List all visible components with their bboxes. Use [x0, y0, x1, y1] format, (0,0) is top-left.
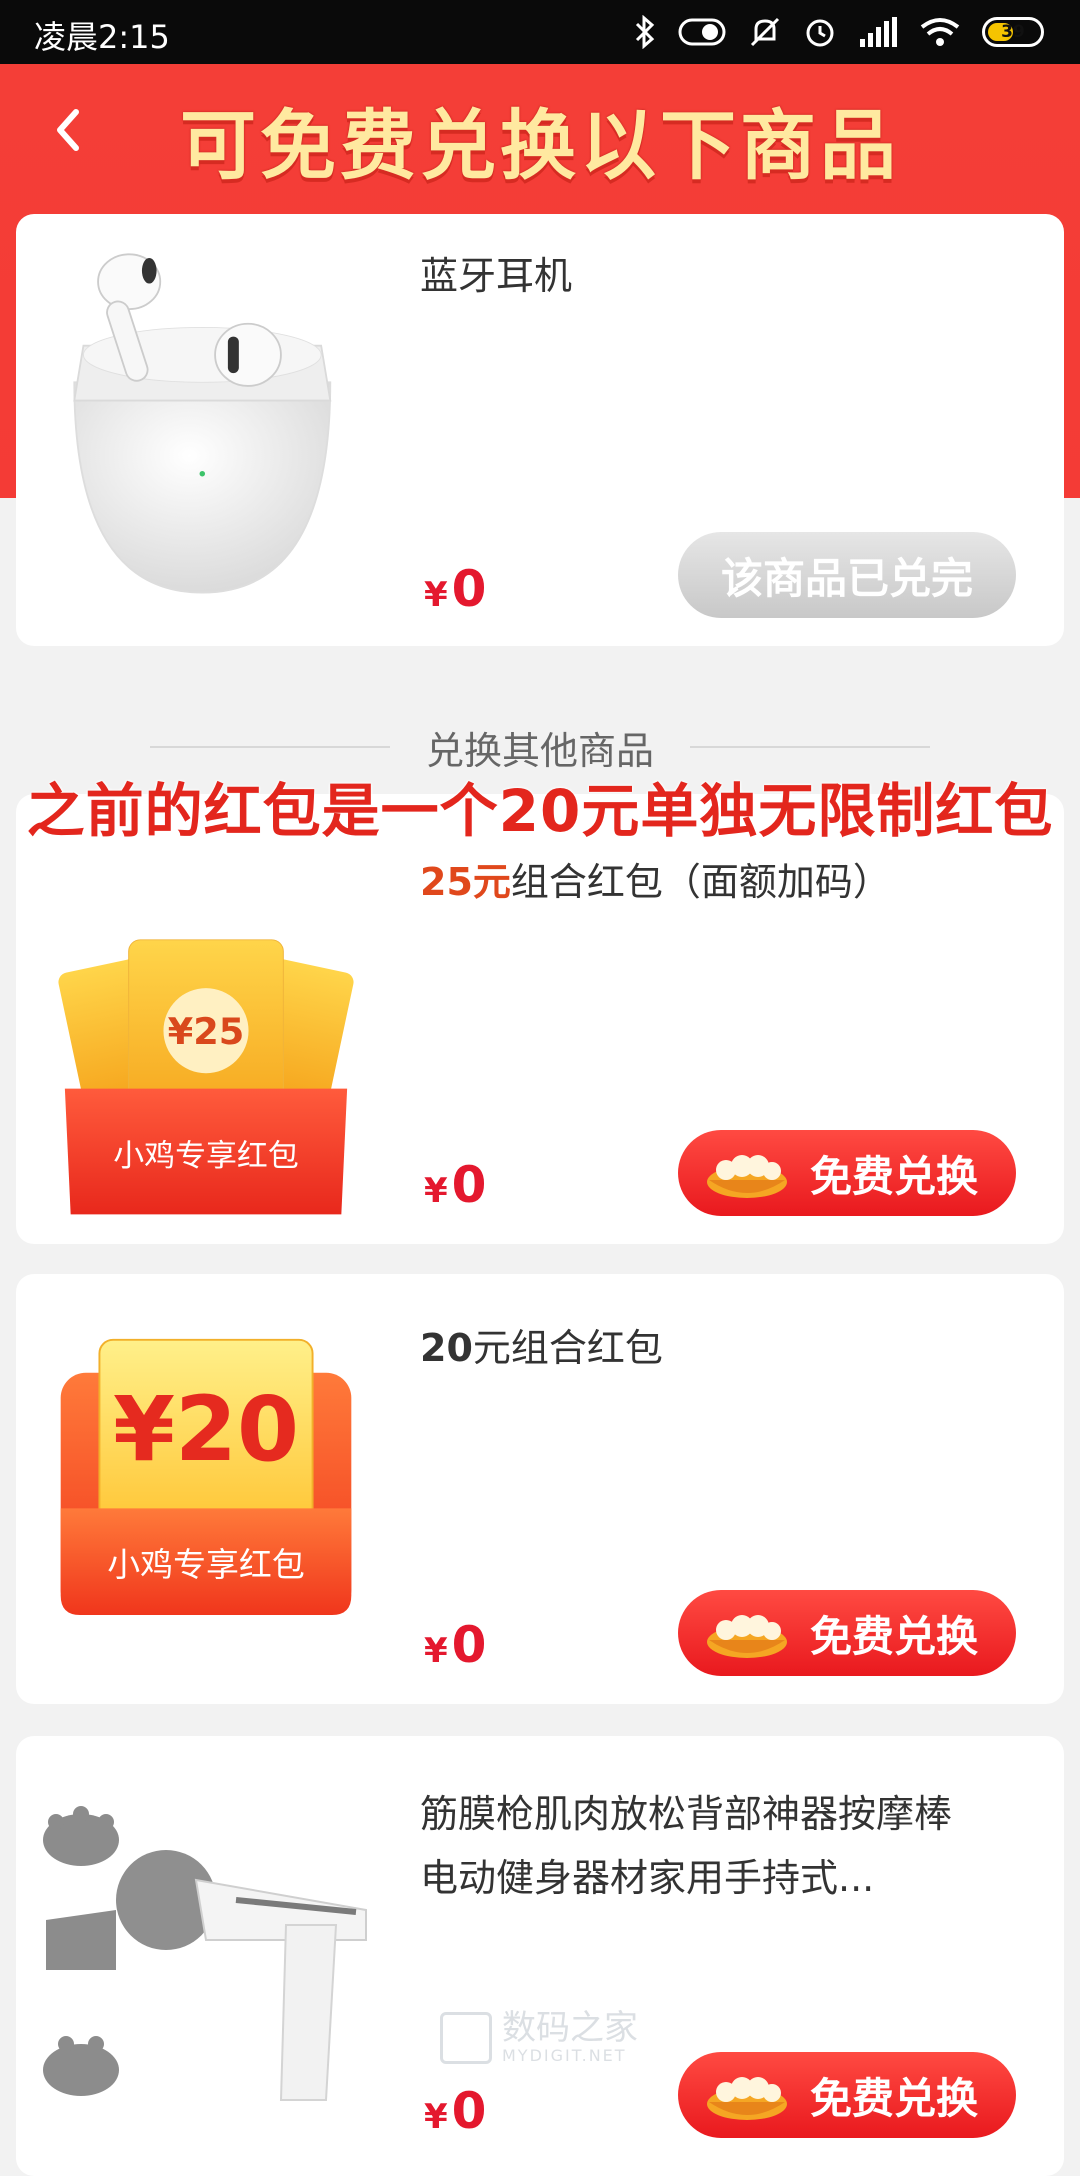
- product-name: 25元组合红包（面额加码）: [420, 850, 984, 914]
- product-card-25-red-packet[interactable]: ¥25 小鸡专享红包 25元组合红包（面额加码） ¥0 免费兑换: [16, 794, 1064, 1244]
- battery-level: 39: [1001, 22, 1025, 42]
- free-redeem-button[interactable]: 免费兑换: [678, 1590, 1016, 1676]
- currency-symbol: ¥: [424, 575, 448, 615]
- name-rest: 组合红包（面额加码）: [510, 860, 891, 904]
- badge-label: 小鸡专享红包: [113, 1138, 299, 1174]
- sold-out-button[interactable]: 该商品已兑完: [678, 532, 1016, 618]
- name-highlight: 25元: [420, 860, 511, 904]
- currency-symbol: ¥: [424, 1171, 448, 1211]
- watermark-line1: 数码之家: [502, 2008, 638, 2048]
- overlay-annotation: 之前的红包是一个20元单独无限制红包: [26, 777, 1054, 845]
- featured-product-card[interactable]: 蓝牙耳机 ¥0 该商品已兑完: [16, 214, 1064, 646]
- product-name: 20元组合红包: [420, 1316, 984, 1380]
- mute-bell-icon: [750, 17, 780, 47]
- page-title: 可免费兑换以下商品: [180, 101, 900, 190]
- badge-label: 小鸡专享红包: [107, 1545, 305, 1584]
- product-price: ¥0: [424, 2082, 486, 2140]
- earbuds-image: [73, 253, 332, 594]
- product-price: ¥0: [424, 1156, 486, 1214]
- alarm-icon: [806, 19, 834, 47]
- status-time: 凌晨2:15: [34, 18, 170, 56]
- free-redeem-button[interactable]: 免费兑换: [678, 1130, 1016, 1216]
- badge-amount: ¥20: [113, 1378, 299, 1482]
- product-card-massage-gun[interactable]: 筋膜枪肌肉放松背部神器按摩棒电动健身器材家用手持式... ¥0 免费兑换: [16, 1736, 1064, 2176]
- name-rest: 元组合红包: [472, 1326, 663, 1370]
- watermark: 数码之家 MYDIGIT.NET: [440, 2010, 638, 2065]
- watermark-logo-icon: [440, 2011, 492, 2064]
- price-value: 0: [451, 1156, 487, 1214]
- egg-basket-icon: [707, 1615, 787, 1658]
- red-packet-25-image: ¥25 小鸡专享红包: [58, 939, 354, 1215]
- bluetooth-icon: [635, 15, 655, 49]
- product-name: 筋膜枪肌肉放松背部神器按摩棒电动健身器材家用手持式...: [420, 1792, 953, 1900]
- name-bold: 20: [420, 1326, 473, 1370]
- button-label: 免费兑换: [810, 1611, 979, 1661]
- product-card-20-red-packet[interactable]: ¥20 小鸡专享红包 20元组合红包 ¥0 免费兑换: [16, 1274, 1064, 1704]
- status-bar: 凌晨2:15 39: [0, 0, 1080, 64]
- egg-basket-icon: [707, 1155, 787, 1198]
- signal-icon: [860, 17, 897, 47]
- product-name: 蓝牙耳机: [420, 254, 573, 298]
- toggle-icon: [678, 18, 726, 46]
- free-redeem-button[interactable]: 免费兑换: [678, 2052, 1016, 2138]
- currency-symbol: ¥: [424, 2097, 448, 2137]
- product-price: ¥0: [424, 1616, 486, 1674]
- product-price: ¥0: [424, 560, 486, 618]
- status-icons: 39: [634, 14, 1044, 50]
- watermark-line2: MYDIGIT.NET: [502, 2046, 627, 2065]
- egg-basket-icon: [707, 2077, 787, 2120]
- massage-gun-image: [43, 1806, 367, 2101]
- red-packet-20-image: ¥20 小鸡专享红包: [60, 1338, 352, 1615]
- button-label: 免费兑换: [810, 2073, 979, 2123]
- wifi-icon: [920, 18, 960, 46]
- price-value: 0: [451, 2082, 487, 2140]
- price-value: 0: [451, 560, 487, 618]
- currency-symbol: ¥: [424, 1631, 448, 1671]
- button-label: 免费兑换: [810, 1151, 979, 1201]
- badge-amount: ¥25: [168, 1010, 245, 1053]
- battery-icon: 39: [982, 17, 1044, 47]
- price-value: 0: [451, 1616, 487, 1674]
